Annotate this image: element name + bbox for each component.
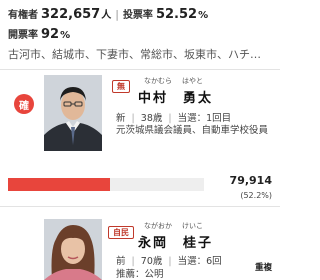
candidate-term: 当選：6回: [177, 256, 222, 267]
stats-separator: |: [115, 8, 119, 21]
candidate-kana-family: ながおか: [144, 222, 172, 230]
electorate-unit: 人: [101, 10, 112, 21]
candidate-name: 中村 勇太: [138, 91, 214, 106]
turnout-value: 52.52: [155, 7, 198, 22]
candidate-photo: [44, 75, 102, 151]
vote-count: 79,914: [229, 174, 272, 187]
candidate-photo: [44, 219, 102, 280]
candidate-kana-given: はやと: [182, 77, 203, 85]
candidate-meta: 新 | 38歳 | 当選：1回目: [116, 110, 231, 124]
counted-row: 開票率 92 %: [8, 26, 70, 42]
candidate-kana-family: なかむら: [144, 77, 172, 85]
electorate-turnout-row: 有権者 322,657 人 | 投票率 52.52 %: [8, 6, 276, 22]
candidate-portrait-icon: [44, 75, 102, 151]
candidate-status: 新: [116, 113, 126, 124]
candidate-meta: 前 | 70歳 | 当選：6回: [116, 253, 222, 267]
party-badge: 無: [112, 80, 130, 93]
vote-bar-fill: [8, 178, 111, 191]
candidate-name: 永岡 桂子: [138, 236, 214, 251]
meta-separator: |: [131, 113, 135, 124]
turnout-unit: %: [198, 10, 209, 21]
vote-percent: (52.2%): [240, 191, 272, 200]
counted-value: 92: [41, 27, 60, 42]
vote-bar: [8, 178, 204, 191]
party-badge: 自民: [108, 226, 134, 239]
candidate-term: 当選：1回目: [177, 113, 232, 124]
electorate-label: 有権者: [8, 10, 38, 21]
candidate-recommendation: 推薦：公明: [116, 269, 164, 280]
meta-separator: |: [168, 113, 172, 124]
counted-label: 開票率: [8, 30, 38, 41]
candidate-bio: 元茨城県議会議員、自動車学校役員: [116, 125, 269, 136]
electorate-value: 322,657: [41, 7, 101, 22]
counted-unit: %: [60, 30, 71, 41]
district-areas: 古河市、結城市、下妻市、常総市、坂東市、ハチ…: [8, 48, 261, 61]
meta-separator: |: [168, 256, 172, 267]
candidate-portrait-icon: [44, 219, 102, 280]
candidate-kana-given: けいこ: [182, 222, 203, 230]
dual-candidacy-status: 重複: [254, 263, 272, 273]
divider: [0, 206, 280, 207]
elected-badge: 確: [14, 94, 34, 114]
divider: [0, 69, 280, 70]
turnout-label: 投票率: [122, 10, 153, 21]
candidate-age: 38歳: [140, 113, 163, 124]
